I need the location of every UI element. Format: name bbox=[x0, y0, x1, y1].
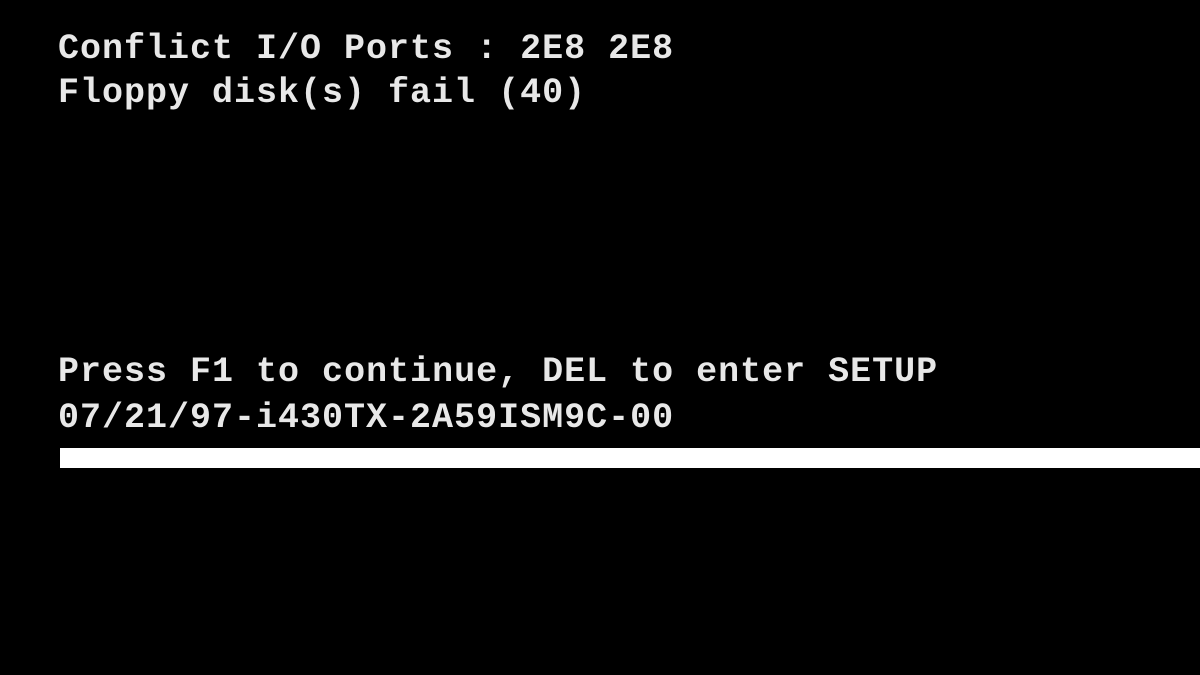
bios-post-screen: Conflict I/O Ports : 2E8 2E8 Floppy disk… bbox=[0, 0, 1200, 675]
prompt-text-mid2: to enter SETUP bbox=[608, 352, 938, 392]
keypress-prompt[interactable]: Press F1 to continue, DEL to enter SETUP bbox=[58, 350, 938, 396]
prompt-text-prefix: Press bbox=[58, 352, 190, 392]
bios-id-string: 07/21/97-i430TX-2A59ISM9C-00 bbox=[58, 396, 938, 442]
boot-prompt-section: Press F1 to continue, DEL to enter SETUP… bbox=[58, 350, 938, 441]
prompt-text-mid1: to continue, bbox=[234, 352, 542, 392]
del-key-label: DEL bbox=[542, 352, 608, 392]
io-conflict-error-line: Conflict I/O Ports : 2E8 2E8 bbox=[58, 28, 1200, 72]
floppy-fail-error-line: Floppy disk(s) fail (40) bbox=[58, 72, 1200, 116]
f1-key-label: F1 bbox=[190, 352, 234, 392]
memory-test-progress-bar bbox=[60, 448, 1200, 468]
